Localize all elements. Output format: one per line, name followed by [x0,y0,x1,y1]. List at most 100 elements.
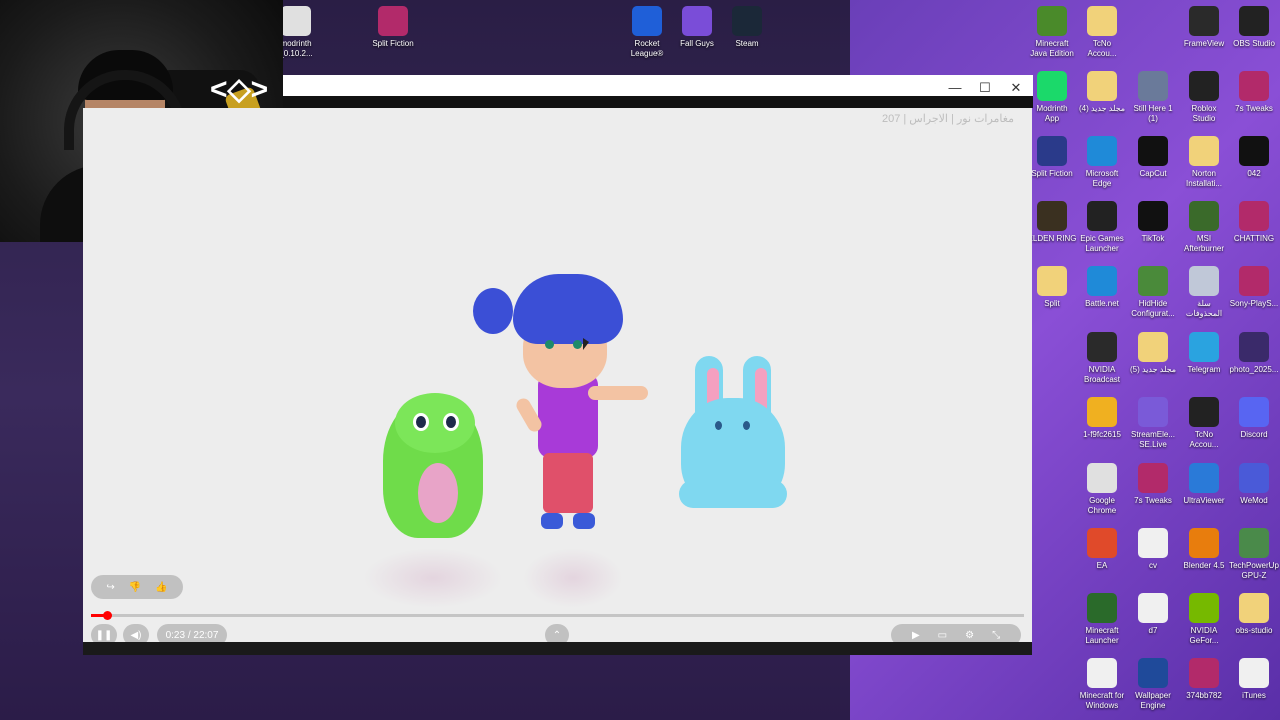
desktop-shortcut[interactable]: WeMod [1229,463,1279,506]
desktop-shortcut-label: Split Fiction [372,39,414,48]
desktop-shortcut-label: NVIDIA Broadcast [1083,365,1121,384]
nvidia-icon [1189,593,1219,623]
desktop-shortcut[interactable]: Discord [1229,397,1279,440]
desktop-shortcut[interactable]: Wallpaper Engine [1128,658,1178,711]
pause-icon: ❚❚ [95,629,113,641]
desktop-shortcut[interactable]: Steam [722,6,772,49]
desktop-shortcut[interactable]: d7 [1128,593,1178,636]
desktop-shortcut[interactable]: TechPowerUp GPU-Z [1229,528,1279,581]
desktop-shortcut[interactable]: Still Here 1 (1) [1128,71,1178,124]
document-icon [1087,658,1117,688]
desktop-shortcut[interactable]: 1-f9fc2615 [1077,397,1127,440]
desktop-shortcut-label: CHATTING [1233,234,1275,243]
like-icon[interactable]: 👍 [155,582,167,593]
desktop-shortcut[interactable]: FrameView [1179,6,1229,49]
modrinth-icon [1037,71,1067,101]
desktop-shortcut[interactable]: 7s Tweaks [1128,463,1178,506]
desktop-shortcut[interactable]: EA [1077,528,1127,571]
desktop-shortcut[interactable]: HidHide Configurat... [1128,266,1178,319]
desktop-shortcut[interactable]: Split Fiction [1027,136,1077,179]
desktop-shortcut[interactable]: مجلد جديد (5) [1128,332,1178,375]
desktop-shortcut[interactable]: StreamEle... SE.Live [1128,397,1178,450]
desktop-shortcut[interactable]: iTunes [1229,658,1279,701]
autoplay-icon[interactable]: ▶ [912,630,920,641]
desktop-shortcut[interactable]: 7s Tweaks [1229,71,1279,114]
ultraviewer-icon [1189,463,1219,493]
window-bottom-bar [83,642,1032,655]
desktop-shortcut-label: سلة المحذوفات [1185,299,1223,318]
desktop-shortcut[interactable]: Minecraft Launcher [1077,593,1127,646]
current-time: 0:23 [165,629,186,641]
desktop-shortcut[interactable]: Minecraft Java Edition [1027,6,1077,59]
desktop-shortcut-label: Epic Games Launcher [1080,234,1124,253]
desktop-shortcut[interactable]: Epic Games Launcher [1077,201,1127,254]
desktop-shortcut[interactable]: OBS Studio [1229,6,1279,49]
girl-shoe-left [541,513,563,529]
desktop-shortcut[interactable]: Microsoft Edge [1077,136,1127,189]
desktop-shortcut[interactable]: Blender 4.5 [1179,528,1229,571]
desktop-shortcut[interactable]: Split [1027,266,1077,309]
desktop-shortcut-label: MSI Afterburner [1183,234,1225,253]
desktop-shortcut-label: Still Here 1 (1) [1133,104,1173,123]
dragon-reflection [363,548,503,608]
desktop-shortcut-label: 042 [1247,169,1261,178]
epic-games-icon [1087,201,1117,231]
desktop-shortcut[interactable]: MSI Afterburner [1179,201,1229,254]
desktop-shortcut[interactable]: سلة المحذوفات [1179,266,1229,319]
desktop-shortcut[interactable]: Telegram [1179,332,1229,375]
desktop-shortcut[interactable]: Fall Guys [672,6,722,49]
close-button[interactable]: ✕ [1004,79,1028,97]
captions-icon[interactable]: ▭ [938,630,947,641]
desktop-shortcut[interactable]: obs-studio [1229,593,1279,636]
video-player[interactable]: مغامرات نور | الاجراس | 207 ↪ 👎 👍 ❚❚ ◀) … [83,108,1032,655]
desktop-shortcut[interactable]: Roblox Studio [1179,71,1229,124]
desktop-shortcut[interactable]: CHATTING [1229,201,1279,244]
desktop-shortcut[interactable]: مجلد جديد (4) [1077,71,1127,114]
dragon-eye-left [413,413,429,431]
desktop-shortcut[interactable]: Modrinth App [1027,71,1077,124]
minimize-button[interactable]: — [943,79,967,97]
winrar-icon [1239,71,1269,101]
itunes-icon [1239,658,1269,688]
desktop-shortcut-label: Minecraft for Windows [1079,691,1125,710]
exit-fullscreen-icon[interactable]: ⤡ [992,630,1000,641]
desktop-shortcut[interactable]: ELDEN RING [1027,201,1077,244]
dislike-icon[interactable]: 👎 [129,582,141,593]
modrinth-installer-icon [281,6,311,36]
share-icon[interactable]: ↪ [106,582,114,593]
tcno-icon [1189,397,1219,427]
desktop-shortcut[interactable]: 374bb782 [1179,658,1229,701]
progress-scrubber[interactable] [103,611,112,620]
desktop-shortcut-label: TcNo Accou... [1087,39,1117,58]
reaction-buttons: ↪ 👎 👍 [91,575,183,599]
desktop-shortcut[interactable]: Norton Installati... [1179,136,1229,189]
desktop-shortcut[interactable]: Sony-PlayS... [1229,266,1279,309]
desktop-shortcut[interactable]: UltraViewer [1179,463,1229,506]
desktop-shortcut[interactable]: Rocket League® [622,6,672,59]
winrar-icon [1239,266,1269,296]
desktop-shortcut[interactable]: NVIDIA GeFor... [1179,593,1229,646]
desktop-shortcut-label: NVIDIA GeFor... [1189,626,1219,645]
desktop-shortcut[interactable]: Google Chrome [1077,463,1127,516]
bunny-eye-left [715,421,722,430]
discord-icon [1239,397,1269,427]
desktop-shortcut[interactable]: TcNo Accou... [1077,6,1127,59]
desktop-shortcut[interactable]: cv [1128,528,1178,571]
folder-icon [1189,136,1219,166]
video-progress-bar[interactable] [91,611,1024,620]
desktop-shortcut[interactable]: Split Fiction [368,6,418,49]
maximize-button[interactable]: ☐ [973,79,997,97]
girl-eye-left [545,340,554,349]
battlenet-icon [1087,266,1117,296]
desktop-shortcut[interactable]: NVIDIA Broadcast [1077,332,1127,385]
wallpaper-engine-icon [1138,658,1168,688]
desktop-shortcut[interactable]: 042 [1229,136,1279,179]
desktop-shortcut[interactable]: TikTok [1128,201,1178,244]
settings-gear-icon[interactable]: ⚙ [965,630,974,641]
desktop-shortcut[interactable]: CapCut [1128,136,1178,179]
desktop-shortcut[interactable]: Minecraft for Windows [1077,658,1127,711]
girl-arm-right [588,386,648,400]
desktop-shortcut[interactable]: photo_2025... [1229,332,1279,375]
desktop-shortcut[interactable]: Battle.net [1077,266,1127,309]
desktop-shortcut[interactable]: TcNo Accou... [1179,397,1229,450]
